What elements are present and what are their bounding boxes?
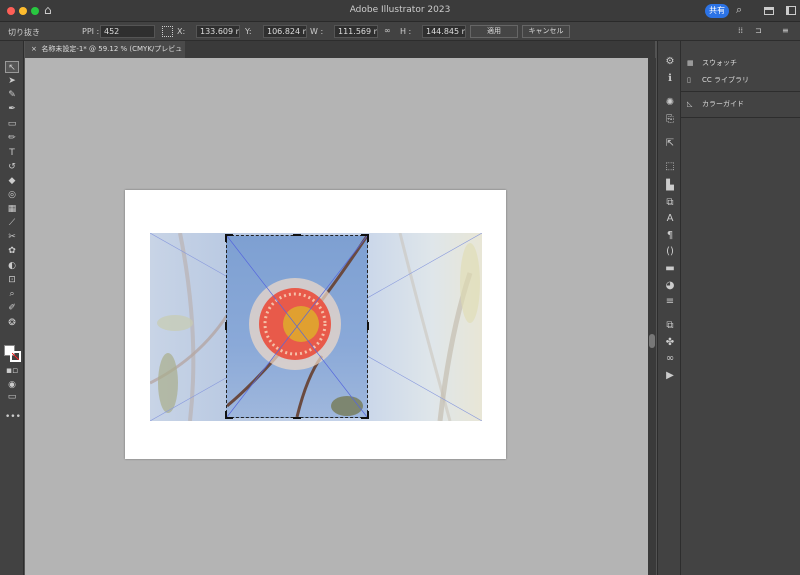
stroke-panel-icon[interactable]: ≡ [663,295,677,309]
pencil-tool-icon[interactable]: ✐ [5,302,19,314]
color-guide-icon: ◺ [687,100,693,108]
info-icon[interactable]: ℹ [663,72,677,86]
color-mode-icon[interactable]: ▪▫ [5,365,19,377]
panel-item-label: CC ライブラリ [702,76,750,84]
mode-label: 切り抜き [8,28,40,37]
h-label: H : [400,27,412,36]
ppi-label: PPI : [82,27,100,36]
transparency-icon[interactable]: ◕ [663,279,677,293]
window-title: Adobe Illustrator 2023 [349,5,451,15]
panel-item-color-guide[interactable]: ◺ カラーガイド [687,97,744,111]
stroke-swatch[interactable] [10,351,21,362]
docked-panels: ▦ スウォッチ ▯ CC ライブラリ ◺ カラーガイド [681,41,800,575]
control-bar: 切り抜き PPI : 452 X: 133.609 mi Y: 106.824 … [0,22,800,41]
direct-selection-icon[interactable]: ➤ [5,75,19,87]
panel-divider [681,91,800,92]
panel-item-cc-libraries[interactable]: ▯ CC ライブラリ [687,73,749,87]
w-field[interactable]: 111.569 mi [334,25,378,38]
paragraph-icon[interactable]: ¶ [663,229,677,243]
selection-tool-icon[interactable]: ↖ [5,61,19,73]
zoom-tool-icon[interactable]: ⌕ [5,288,19,300]
ppi-select[interactable]: 452 [100,25,155,38]
crop-handle-left[interactable] [225,322,227,330]
crop-handle-tl[interactable] [225,234,233,242]
flower-art [226,235,369,418]
align-panel-icon[interactable]: ▙ [663,179,677,193]
symbols-icon[interactable]: ✤ [663,336,677,350]
eyedropper-icon[interactable]: ⟋ [5,217,19,229]
h-field[interactable]: 144.845 mi [422,25,466,38]
warp-tool-icon[interactable]: ◎ [5,189,19,201]
title-bar: ⌂ Adobe Illustrator 2023 共有 ⌕ [0,0,800,22]
crop-handle-right[interactable] [367,322,369,330]
y-label: Y: [245,27,252,36]
document-tab[interactable]: × 名称未設定-1* @ 59.12 % (CMYK/プレビュー) [25,41,185,70]
paintbrush-icon[interactable]: ✏ [5,132,19,144]
properties-icon[interactable]: ⚙ [663,55,677,69]
crop-handle-bl[interactable] [225,411,233,419]
crop-handle-top[interactable] [293,234,301,236]
cancel-button[interactable]: キャンセル [522,25,570,38]
puppet-warp-icon[interactable]: ❂ [5,317,19,329]
scroll-thumb[interactable] [649,334,655,348]
menu-list-icon[interactable]: ≡ [782,26,789,35]
panel-item-label: カラーガイド [702,100,744,108]
rotate-tool-icon[interactable]: ↺ [5,161,19,173]
y-field[interactable]: 106.824 mi [263,25,307,38]
blend-tool-icon[interactable]: ✂ [5,231,19,243]
w-label: W : [310,27,324,36]
crop-box[interactable] [225,234,369,419]
graph-tool-icon[interactable]: ◐ [5,260,19,272]
panel-divider [681,117,800,118]
pen-tool-icon[interactable]: ✒ [5,103,19,115]
magic-wand-icon[interactable]: ✎ [5,89,19,101]
artboard-tool-icon[interactable]: ⊡ [5,274,19,286]
draw-mode-icon[interactable]: ◉ [5,379,19,391]
x-label: X: [177,27,186,36]
appearance-icon[interactable]: ✺ [663,96,677,110]
align-icon[interactable]: ⁞⁞ [738,26,743,35]
transform-panel-icon[interactable]: ⬚ [663,160,677,174]
layers-icon[interactable]: ⧉ [663,319,677,333]
crop-handle-tr[interactable] [361,234,369,242]
actions-icon[interactable]: ▶ [663,369,677,383]
rectangle-tool-icon[interactable]: ▭ [5,118,19,130]
crop-handle-br[interactable] [361,411,369,419]
x-field[interactable]: 133.609 mi [196,25,240,38]
more-tools-icon[interactable]: ••• [5,411,21,423]
links-icon[interactable]: ∞ [663,352,677,366]
character-icon[interactable]: A [663,212,677,226]
crop-handle-bottom[interactable] [293,417,301,419]
share-button[interactable]: 共有 [705,4,729,18]
export-icon[interactable]: ⇱ [663,137,677,151]
reference-point-icon[interactable] [162,26,173,37]
apply-button[interactable]: 適用 [470,25,518,38]
document-tab-bar: × 名称未設定-1* @ 59.12 % (CMYK/プレビュー) [25,41,655,70]
eraser-icon[interactable]: ◆ [5,175,19,187]
asset-export-icon[interactable]: ⎘ [663,113,677,127]
swatches-icon: ▦ [687,59,694,67]
panel-item-label: スウォッチ [702,59,737,67]
symbol-sprayer-icon[interactable]: ✿ [5,245,19,257]
type-tool-icon[interactable]: T [5,147,19,159]
opentype-icon[interactable]: () [663,245,677,259]
pathfinder-icon[interactable]: ⧉ [663,196,677,210]
arrange-icon[interactable] [786,6,796,15]
libraries-icon: ▯ [687,76,691,84]
panel-icon-strip: ⚙ ℹ ✺ ⎘ ⇱ ⬚ ▙ ⧉ A ¶ () ▬ ◕ ≡ ⧉ ✤ ∞ ▶ [657,41,681,575]
gradient-panel-icon[interactable]: ▬ [663,262,677,276]
screen-mode-icon[interactable]: ▭ [5,391,19,403]
gradient-tool-icon[interactable]: ▦ [5,203,19,215]
link-icon[interactable]: ∞ [384,26,391,35]
tools-panel: ↖ ➤ ✎ ✒ ▭ ✏ T ↺ ◆ ◎ ▦ ⟋ ✂ ✿ ◐ ⊡ ⌕ ✐ ❂ ▪▫… [0,41,24,575]
panel-item-swatches[interactable]: ▦ スウォッチ [687,56,737,70]
workspace-icon[interactable] [764,7,774,15]
transform-icon[interactable]: ⊐ [755,26,762,35]
close-tab-icon[interactable]: × [31,45,37,53]
search-icon[interactable]: ⌕ [736,3,742,17]
vertical-scrollbar[interactable] [648,58,656,575]
